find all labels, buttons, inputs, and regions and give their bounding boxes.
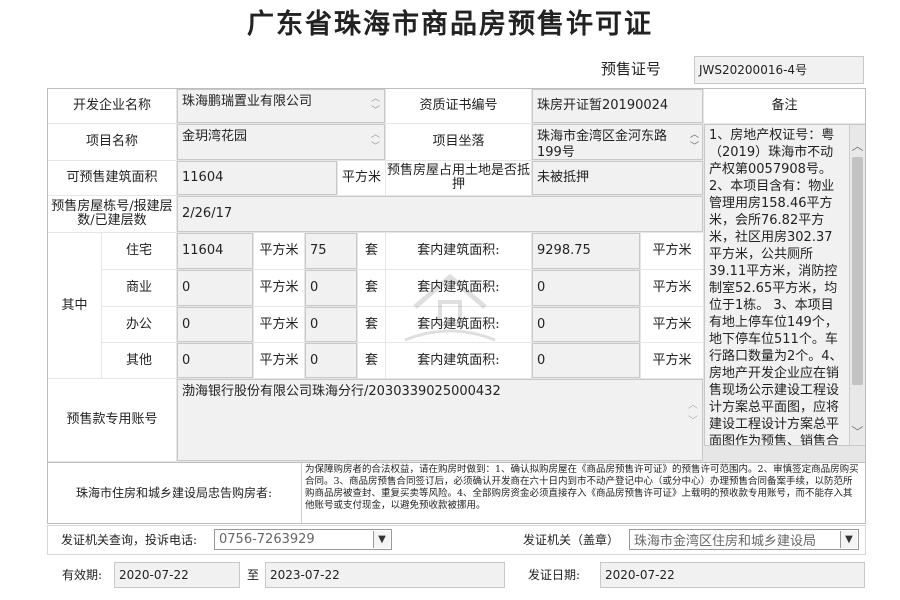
office-inner-unit: 平方米 [641,307,703,342]
location-spinner-icon[interactable]: ︿ ﹀ [690,129,699,153]
other-sets-unit: 套 [358,343,385,378]
notes-label: 备注 [704,89,865,123]
mortgage-field[interactable]: 未被抵押 [532,161,703,195]
warning-label: 珠海市住房和城乡建设局忠告购房者: [48,463,300,523]
residential-inner-field[interactable]: 9298.75 [532,233,640,269]
cert-no-label: 资质证书编号 [386,89,531,123]
office-sets-field[interactable]: 0 [305,307,357,342]
notes-text: 1、房地产权证号：粤（2019）珠海市不动产权第0057908号。2、本项目含有… [709,128,843,446]
buildings-label: 预售房屋栋号/报建层数/已建层数 [48,196,176,232]
validity-label: 有效期: [52,562,112,588]
issuer-label: 发证机关（盖章） [515,526,627,554]
warning-text: 为保障购房者的合法权益，请在购房时做到：1、确认拟购房屋在《商品房预售许可证》的… [301,463,865,523]
account-spinner-icon[interactable]: ︿ ﹀ [688,398,698,430]
other-inner-unit: 平方米 [641,343,703,378]
account-field[interactable]: 渤海银行股份有限公司珠海分行/2030339025000432 ︿ ﹀ [177,379,703,461]
account-value: 渤海银行股份有限公司珠海分行/2030339025000432 [182,384,501,399]
presale-no-label: 预售证号 [588,56,674,82]
type-label-commercial: 商业 [102,270,176,306]
issuer-value: 珠海市金湾区住房和城乡建设局 [634,534,817,549]
type-label-residential: 住宅 [102,233,176,269]
residential-inner-unit: 平方米 [641,233,703,269]
phone-value: 0756-7263929 [219,532,315,547]
developer-spinner-icon[interactable]: ︿ ﹀ [371,93,380,117]
area-field[interactable]: 11604 [177,161,337,195]
commercial-area-unit: 平方米 [254,270,304,306]
area-unit: 平方米 [338,161,385,195]
validity-to-field[interactable]: 2023-07-22 [265,562,505,588]
office-sets-unit: 套 [358,307,385,342]
phone-dropdown-icon[interactable]: ▼ [373,531,390,548]
project-spinner-icon[interactable]: ︿ ﹀ [371,129,380,153]
office-inner-field[interactable]: 0 [532,307,640,342]
other-area-field[interactable]: 0 [177,343,253,378]
type-label-office: 办公 [102,307,176,342]
commercial-inner-unit: 平方米 [641,270,703,306]
developer-label: 开发企业名称 [48,89,176,123]
type-label-other: 其他 [102,343,176,378]
issue-date-label: 发证日期: [510,562,598,588]
commercial-inner-field[interactable]: 0 [532,270,640,306]
validity-to-label: 至 [242,562,264,588]
residential-sets-field[interactable]: 75 [305,233,357,269]
watermark-logo [404,273,496,342]
project-field[interactable]: 金玥湾花园 ︿ ﹀ [177,124,385,160]
location-label: 项目坐落 [386,124,531,160]
issuer-select[interactable]: 珠海市金湾区住房和城乡建设局 ▼ [629,529,859,550]
project-value: 金玥湾花园 [182,129,248,144]
issue-date-field[interactable]: 2020-07-22 [600,562,865,588]
developer-value: 珠海鹏瑞置业有限公司 [182,94,313,109]
phone-select[interactable]: 0756-7263929 ▼ [214,529,392,550]
other-inner-field[interactable]: 0 [532,343,640,378]
presale-no-field[interactable]: JWS20200016-4号 [694,56,864,84]
scroll-down-icon[interactable]: ﹀ [850,425,865,439]
residential-area-unit: 平方米 [254,233,304,269]
phone-label: 发证机关查询，投诉电话: [48,526,210,554]
account-label: 预售款专用账号 [48,379,176,461]
scroll-thumb[interactable] [852,157,863,385]
commercial-sets-field[interactable]: 0 [305,270,357,306]
notes-field[interactable]: 1、房地产权证号：粤（2019）珠海市不动产权第0057908号。2、本项目含有… [704,124,865,446]
scroll-up-icon[interactable]: ︿ [850,139,865,153]
buildings-field[interactable]: 2/26/17 [177,196,703,232]
area-label: 可预售建筑面积 [48,161,176,195]
issuer-dropdown-icon[interactable]: ▼ [840,531,857,548]
validity-from-field[interactable]: 2020-07-22 [114,562,240,588]
page-title: 广东省珠海市商品房预售许可证 [247,9,653,40]
cert-no-field[interactable]: 珠房开证暂20190024 [532,89,703,123]
office-area-field[interactable]: 0 [177,307,253,342]
other-area-unit: 平方米 [254,343,304,378]
location-value: 珠海市金湾区金河东路199号 [537,129,668,160]
mortgage-label: 预售房屋占用土地是否抵押 [386,161,531,195]
office-area-unit: 平方米 [254,307,304,342]
breakdown-label: 其中 [48,233,101,378]
location-field[interactable]: 珠海市金湾区金河东路199号 ︿ ﹀ [532,124,703,160]
project-label: 项目名称 [48,124,176,160]
notes-scrollbar[interactable]: ︿ ﹀ [849,125,865,445]
residential-area-field[interactable]: 11604 [177,233,253,269]
residential-sets-unit: 套 [358,233,385,269]
commercial-area-field[interactable]: 0 [177,270,253,306]
developer-field[interactable]: 珠海鹏瑞置业有限公司 ︿ ﹀ [177,89,385,123]
commercial-sets-unit: 套 [358,270,385,306]
other-sets-field[interactable]: 0 [305,343,357,378]
